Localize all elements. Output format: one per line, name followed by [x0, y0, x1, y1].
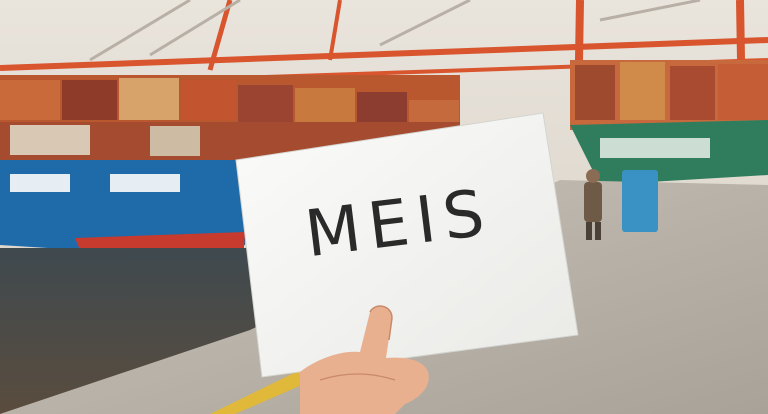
port-photo: MEIS [0, 0, 768, 414]
photo-scene: MEIS [0, 0, 768, 414]
dock-bin [622, 170, 658, 232]
paper-sign: MEIS [235, 112, 579, 378]
cargo-ship-left [0, 160, 250, 262]
cargo-ship-right [570, 60, 768, 185]
